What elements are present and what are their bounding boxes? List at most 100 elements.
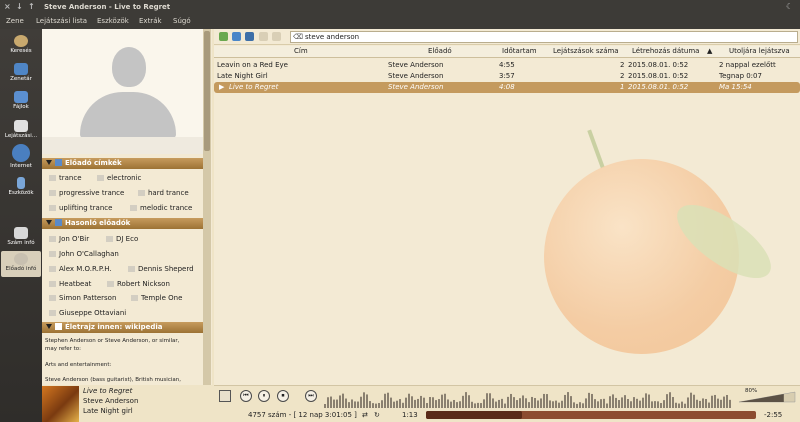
- seek-bar[interactable]: [426, 411, 756, 419]
- tab-song-info[interactable]: Szám infó: [1, 227, 41, 246]
- spectrum-bar: [429, 397, 431, 408]
- column-title[interactable]: Cím: [294, 47, 308, 55]
- spectrum-bar: [570, 396, 572, 408]
- similar-artist[interactable]: Alex M.O.R.P.H.: [49, 265, 112, 273]
- tab-library[interactable]: Zenetár: [1, 63, 41, 82]
- spectrum-bar: [600, 399, 602, 408]
- section-similar-artists[interactable]: Hasonló előadók: [42, 218, 203, 229]
- tag-item[interactable]: uplifting trance: [49, 204, 112, 212]
- similar-artist-name: Simon Patterson: [59, 294, 117, 302]
- column-last-played[interactable]: Utoljára lejátszva: [729, 47, 790, 55]
- clear-filter-icon[interactable]: ⌫: [293, 33, 303, 41]
- tag-label: melodic trance: [140, 204, 193, 212]
- spectrum-bar: [585, 398, 587, 408]
- similar-artist[interactable]: DJ Eco: [106, 235, 138, 243]
- table-row-playing[interactable]: ▶ Live to Regret Steve Anderson 4:08 1 2…: [214, 82, 800, 93]
- spectrum-bar: [522, 395, 524, 408]
- tag-item[interactable]: melodic trance: [130, 204, 192, 212]
- spectrum-bar: [678, 403, 680, 408]
- tab-search[interactable]: Keresés: [1, 35, 41, 54]
- similar-artist[interactable]: Temple One: [131, 294, 182, 302]
- menu-zene[interactable]: Zene: [6, 17, 24, 25]
- spectrum-bar: [567, 392, 569, 408]
- menu-extras[interactable]: Extrák: [139, 17, 162, 25]
- pause-button[interactable]: ⏸: [258, 390, 270, 402]
- tab-devices[interactable]: Eszközök: [1, 177, 41, 196]
- left-tab-bar: Keresés Zenetár Fájlok Lejátszási... Int…: [0, 29, 42, 422]
- now-playing-widget[interactable]: Live to Regret Steve Anderson Late Night…: [42, 385, 212, 422]
- previous-button[interactable]: ⏮: [240, 390, 252, 402]
- menu-help[interactable]: Súgó: [173, 17, 191, 25]
- similar-artist[interactable]: Robert Nickson: [107, 280, 170, 288]
- cell-created: 2015.08.01. 0:52: [628, 83, 689, 91]
- table-row[interactable]: Leavin on a Red Eye Steve Anderson 4:55 …: [214, 60, 800, 71]
- cell-length: 4:55: [499, 61, 515, 69]
- maximize-icon[interactable]: ↑: [28, 2, 35, 11]
- spectrum-bar: [681, 401, 683, 408]
- tab-playlists[interactable]: Lejátszási...: [1, 120, 41, 139]
- column-plays[interactable]: Lejátszások száma: [553, 47, 619, 55]
- spectrum-bar: [654, 401, 656, 408]
- artist-thumb-icon: [49, 295, 56, 301]
- cell-created: 2015.08.01. 0:52: [628, 61, 689, 69]
- save-playlist-icon[interactable]: [245, 32, 254, 41]
- tab-label: Keresés: [10, 48, 32, 54]
- column-artist[interactable]: Előadó: [428, 47, 452, 55]
- tag-item[interactable]: electronic: [97, 174, 141, 182]
- tag-item[interactable]: hard trance: [138, 189, 189, 197]
- spectrum-bar: [387, 392, 389, 408]
- spectrum-bar: [573, 402, 575, 408]
- spectrum-bar: [591, 393, 593, 408]
- menu-tools[interactable]: Eszközök: [97, 17, 129, 25]
- stop-button[interactable]: ⏹: [277, 390, 289, 402]
- tab-files[interactable]: Fájlok: [1, 91, 41, 110]
- spectrum-bar: [720, 399, 722, 408]
- similar-artist[interactable]: Simon Patterson: [49, 294, 116, 302]
- tab-label: Zenetár: [10, 76, 32, 82]
- close-icon[interactable]: ×: [4, 2, 11, 11]
- spectrum-bar: [618, 400, 620, 408]
- column-length[interactable]: Időtartam: [502, 47, 537, 55]
- volume-slider[interactable]: 80%: [737, 388, 797, 404]
- spectrum-bar: [693, 394, 695, 408]
- bio-line: may refer to:: [45, 346, 81, 352]
- menu-playlist[interactable]: Lejátszási lista: [36, 17, 87, 25]
- spectrum-bar: [450, 401, 452, 408]
- tag-item[interactable]: trance: [49, 174, 82, 182]
- spectrum-bar: [708, 402, 710, 408]
- tab-label: Eszközök: [8, 190, 34, 196]
- minimize-icon[interactable]: ↓: [16, 2, 23, 11]
- scrollbar-thumb[interactable]: [204, 31, 210, 151]
- section-artist-tags[interactable]: Előadó címkék: [42, 158, 203, 169]
- title-bar: × ↓ ↑ Steve Anderson - Live to Regret ☾: [0, 0, 800, 14]
- similar-artist[interactable]: John O'Callaghan: [49, 250, 119, 258]
- column-created[interactable]: Létrehozás dátuma: [632, 47, 699, 55]
- section-title: Előadó címkék: [65, 159, 122, 167]
- similar-artist[interactable]: Heatbeat: [49, 280, 91, 288]
- repeat-icon[interactable]: ↻: [374, 411, 380, 419]
- similar-artist[interactable]: Jon O'Bir: [49, 235, 89, 243]
- shuffle-icon[interactable]: ⇄: [362, 411, 368, 419]
- section-biography[interactable]: Életrajz innen: wikipedia: [42, 322, 203, 333]
- tab-label: Lejátszási...: [4, 133, 38, 139]
- tab-internet[interactable]: Internet: [1, 144, 41, 169]
- table-row[interactable]: Late Night Girl Steve Anderson 3:57 2 20…: [214, 71, 800, 82]
- spectrum-bar: [444, 393, 446, 408]
- now-playing-title: Live to Regret: [83, 387, 133, 395]
- playlist-filter-input[interactable]: ⌫ steve anderson: [290, 31, 798, 43]
- load-playlist-icon[interactable]: [232, 32, 241, 41]
- new-playlist-icon[interactable]: [219, 32, 228, 41]
- tab-artist-info[interactable]: Előadó infó: [1, 251, 41, 277]
- undo-icon[interactable]: [259, 32, 268, 41]
- context-scrollbar[interactable]: [203, 29, 211, 385]
- similar-artist[interactable]: Dennis Sheperd: [128, 265, 194, 273]
- tab-label: Szám infó: [7, 240, 35, 246]
- visualization-icon[interactable]: [219, 390, 231, 402]
- tag-item[interactable]: progressive trance: [49, 189, 124, 197]
- tag-label: hard trance: [148, 189, 189, 197]
- similar-artist[interactable]: Giuseppe Ottaviani: [49, 309, 126, 317]
- spectrum-bar: [375, 403, 377, 408]
- redo-icon[interactable]: [272, 32, 281, 41]
- spectrum-bar: [687, 397, 689, 408]
- next-button[interactable]: ⏭: [305, 390, 317, 402]
